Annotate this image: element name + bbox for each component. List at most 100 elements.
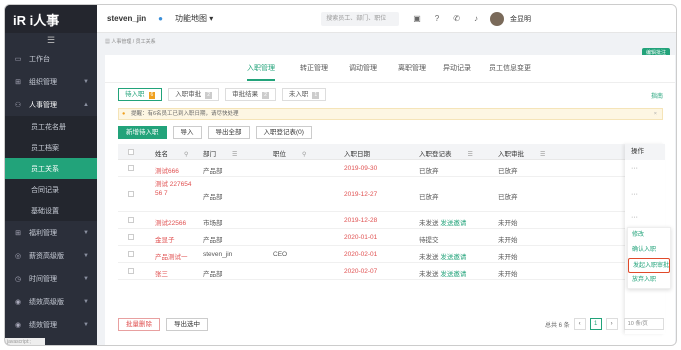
sidebar-item-perf[interactable]: ◉ 绩效管理 ▼ xyxy=(5,313,97,336)
table-row[interactable]: 测试 22765456 7 产品部 2019-12-27 已放弃 已放弃 xyxy=(118,177,663,212)
tab-info-change[interactable]: 员工信息变更 xyxy=(489,63,531,73)
sidebar-item-org[interactable]: ⊞ 组织管理 ▼ xyxy=(5,70,97,93)
subtab-not-joined[interactable]: 未入职 1 xyxy=(281,88,327,101)
row-checkbox[interactable] xyxy=(128,234,134,240)
avatar[interactable] xyxy=(489,11,504,26)
row-checkbox[interactable] xyxy=(128,268,134,274)
row-checkbox[interactable] xyxy=(128,191,134,197)
export-all-button[interactable]: 导出全部 xyxy=(207,126,250,139)
cell-name[interactable]: 测试 22765456 7 xyxy=(155,180,193,198)
menu-item-edit[interactable]: 修改 xyxy=(628,228,670,243)
chevron-down-icon: ▼ xyxy=(83,252,89,259)
page-size-select[interactable]: 10 条/页 xyxy=(623,318,664,330)
function-map-menu[interactable]: 功能地图 ▾ xyxy=(175,13,213,24)
menu-item-confirm-onboard[interactable]: 确认入职 xyxy=(628,243,670,258)
pending-table: 姓名 ⚲ 部门 ☰ 职位 ⚲ 入职日期 入职登记表 ☰ 入职审批 ☰ 测试666 产品部 … xyxy=(118,144,663,280)
filter-icon[interactable]: ☰ xyxy=(232,152,237,158)
cell-dept: 产品部 xyxy=(203,237,223,244)
window-icon[interactable]: ▣ xyxy=(413,14,421,23)
more-icon[interactable]: ··· xyxy=(625,160,665,177)
chevron-down-icon: ▼ xyxy=(83,78,89,85)
page-number[interactable]: 1 xyxy=(589,318,602,330)
sidebar-sub-archive[interactable]: 员工档案 xyxy=(5,137,97,158)
col-date: 入职日期 xyxy=(344,151,370,158)
tab-regularization[interactable]: 转正管理 xyxy=(300,63,328,73)
cell-name[interactable]: 测试666 xyxy=(155,165,179,175)
clock-icon: ◷ xyxy=(14,275,22,283)
sidebar-item-label: 人事管理 xyxy=(29,101,57,109)
more-icon[interactable]: ··· xyxy=(625,212,665,224)
prev-page-icon[interactable]: ‹ xyxy=(573,318,586,330)
search-input[interactable]: 搜索员工、部门、职位 xyxy=(321,11,400,26)
add-pending-button[interactable]: 新增待入职 xyxy=(118,126,167,139)
help-icon[interactable]: ? xyxy=(435,14,439,23)
cell-dept: 产品部 xyxy=(203,168,223,175)
pagination: 总共 6 条 ‹ 1 › 10 条/页 xyxy=(545,318,664,330)
cell-name[interactable]: 张三 xyxy=(155,268,168,278)
send-invite-link[interactable]: 发送邀请 xyxy=(440,220,466,227)
filter-icon[interactable]: ☰ xyxy=(468,152,473,158)
table-row[interactable]: 测试22566 市场部 2019-12-28 未发送 发送邀请 未开始 xyxy=(118,212,663,229)
tab-transfer[interactable]: 调动管理 xyxy=(349,63,377,73)
row-checkbox[interactable] xyxy=(128,165,134,171)
sidebar-item-label: 福利管理 xyxy=(29,229,57,237)
target-icon: ◉ xyxy=(14,298,22,306)
sidebar-item-label: 绩效高级版 xyxy=(29,298,64,306)
tab-onboarding[interactable]: 入职管理 xyxy=(247,63,275,81)
sidebar-item-perf-adv[interactable]: ◉ 绩效高级版 ▼ xyxy=(5,290,97,313)
chevron-up-icon: ▲ xyxy=(83,101,89,108)
register-form-button[interactable]: 入职登记表(0) xyxy=(255,126,312,139)
cell-name[interactable]: 测试22566 xyxy=(155,217,186,227)
send-invite-link[interactable]: 发送邀请 xyxy=(440,254,466,261)
sidebar-item-benefits[interactable]: ⊞ 福利管理 ▼ xyxy=(5,221,97,244)
sidebar-sub-settings[interactable]: 基础设置 xyxy=(5,200,97,221)
table-row[interactable]: 金显子 产品部 2020-01-01 待提交 未开始 xyxy=(118,229,663,246)
table-row[interactable]: 张三 产品部 2020-02-07 未发送 发送邀请 未开始 xyxy=(118,263,663,280)
row-checkbox[interactable] xyxy=(128,251,134,257)
bell-icon[interactable]: ♪ xyxy=(474,14,478,23)
menu-item-start-approval[interactable]: 发起入职审批 xyxy=(628,258,670,273)
export-selected-button[interactable]: 导出选中 xyxy=(166,318,208,331)
cell-name[interactable]: 金显子 xyxy=(155,234,175,244)
sidebar-item-label: 时间管理 xyxy=(29,275,57,283)
table-row[interactable]: 产品测试一 steven_jin CEO 2020-02-01 未发送 发送邀请… xyxy=(118,246,663,263)
subtab-pending[interactable]: 待入职 6 xyxy=(118,88,163,101)
phone-icon[interactable]: ✆ xyxy=(453,14,460,23)
sidebar-item-hr[interactable]: ⚇ 人事管理 ▲ xyxy=(5,93,97,116)
menu-item-abandon[interactable]: 放弃入职 xyxy=(628,273,670,288)
target-icon: ◉ xyxy=(14,321,22,329)
cell-name[interactable]: 产品测试一 xyxy=(155,251,188,261)
user-name[interactable]: 金显明 xyxy=(510,14,531,24)
sidebar-sub-relations[interactable]: 员工关系 xyxy=(5,158,97,179)
row-checkbox[interactable] xyxy=(128,217,134,223)
search-icon[interactable]: ⚲ xyxy=(302,152,306,158)
menu-toggle-icon[interactable]: ☰ xyxy=(5,33,97,47)
tab-change-log[interactable]: 异动记录 xyxy=(443,63,471,73)
sidebar-item-workbench[interactable]: ▭ 工作台 xyxy=(5,47,97,70)
next-page-icon[interactable]: › xyxy=(605,318,618,330)
subtab-approval[interactable]: 入职审批 2 xyxy=(168,88,220,101)
alert-text: 提醒：有6名员工已到入职日期，请尽快处理 xyxy=(131,111,239,117)
guide-link[interactable]: 指南 xyxy=(651,91,663,100)
monitor-icon: ▭ xyxy=(14,55,22,63)
filter-icon[interactable]: ☰ xyxy=(540,152,545,158)
more-icon[interactable]: ··· xyxy=(625,177,665,212)
select-all-checkbox[interactable] xyxy=(128,149,134,155)
chevron-down-icon: ▼ xyxy=(83,275,89,282)
account-name[interactable]: steven_jin xyxy=(107,14,146,23)
sidebar-item-time[interactable]: ◷ 时间管理 ▼ xyxy=(5,267,97,290)
badge-icon[interactable]: ● xyxy=(158,14,163,23)
import-button[interactable]: 导入 xyxy=(172,126,202,139)
send-invite-link[interactable]: 发送邀请 xyxy=(440,271,466,278)
search-icon[interactable]: ⚲ xyxy=(184,152,188,158)
sidebar-item-salary[interactable]: ◎ 薪资高级版 ▼ xyxy=(5,244,97,267)
home-icon[interactable]: ▦ xyxy=(105,39,110,45)
sidebar-sub-roster[interactable]: 员工花名册 xyxy=(5,116,97,137)
subtab-results[interactable]: 审批结果 2 xyxy=(225,88,276,101)
tab-resignation[interactable]: 离职管理 xyxy=(398,63,426,73)
batch-delete-button[interactable]: 批量删除 xyxy=(118,318,160,331)
main-panel: 入职管理 转正管理 调动管理 离职管理 异动记录 员工信息变更 指南 待入职 6 … xyxy=(105,55,675,345)
close-icon[interactable]: × xyxy=(654,109,657,119)
table-row[interactable]: 测试666 产品部 2019-09-30 已放弃 已放弃 xyxy=(118,160,663,177)
sidebar-sub-contracts[interactable]: 合同记录 xyxy=(5,179,97,200)
